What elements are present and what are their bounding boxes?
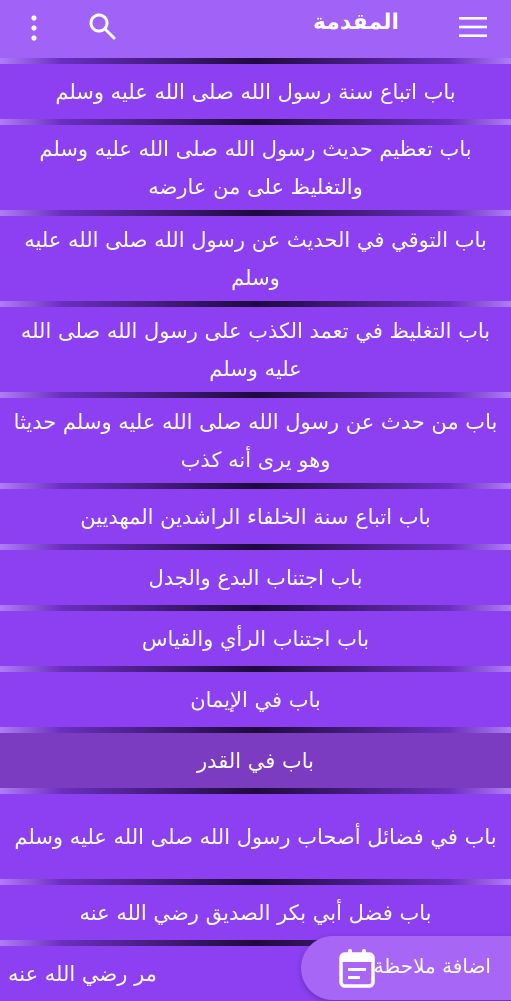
list-item-label: باب اتباع سنة رسول الله صلى الله عليه وس… xyxy=(55,79,456,104)
list-item-label: باب اتباع سنة الخلفاء الراشدين المهديين xyxy=(80,504,431,529)
list-item-label: باب التوقي في الحديث عن رسول الله صلى ال… xyxy=(24,227,487,290)
list-item-label: باب من حدث عن رسول الله صلى الله عليه وس… xyxy=(13,409,498,472)
list-item[interactable]: باب من حدث عن رسول الله صلى الله عليه وس… xyxy=(0,398,511,483)
list-item-label: باب اجتناب البدع والجدل xyxy=(148,565,363,590)
list-item[interactable]: باب اجتناب الرأي والقياس xyxy=(0,611,511,666)
list-item-label: باب في فضائل أصحاب رسول الله صلى الله عل… xyxy=(14,824,497,849)
note-calendar-icon xyxy=(339,949,375,988)
list-item-label: مر رضي الله عنه xyxy=(8,961,157,986)
list-item[interactable]: باب في الإيمان xyxy=(0,672,511,727)
list-item-label: باب في الإيمان xyxy=(190,687,321,712)
list-item-selected[interactable]: باب في القدر xyxy=(0,733,511,788)
add-note-label: اضافة ملاحظة xyxy=(373,954,491,978)
list-item[interactable]: باب التوقي في الحديث عن رسول الله صلى ال… xyxy=(0,216,511,301)
list-item-label: باب التغليظ في تعمد الكذب على رسول الله … xyxy=(20,318,491,381)
list-item[interactable]: باب اتباع سنة رسول الله صلى الله عليه وس… xyxy=(0,64,511,119)
list-item-label: باب اجتناب الرأي والقياس xyxy=(141,626,370,651)
list-item-label: باب في القدر xyxy=(197,748,314,773)
more-vert-icon[interactable] xyxy=(26,14,42,42)
list-item[interactable]: باب اجتناب البدع والجدل xyxy=(0,550,511,605)
list-item[interactable]: باب في فضائل أصحاب رسول الله صلى الله عل… xyxy=(0,794,511,879)
search-icon[interactable] xyxy=(88,12,116,40)
list-item-label: باب تعظيم حديث رسول الله صلى الله عليه و… xyxy=(39,136,472,199)
page-title: المقدمة xyxy=(312,10,399,35)
list-item[interactable]: باب التغليظ في تعمد الكذب على رسول الله … xyxy=(0,307,511,392)
list-item[interactable]: باب فضل أبي بكر الصديق رضي الله عنه xyxy=(0,885,511,940)
list-item[interactable]: باب اتباع سنة الخلفاء الراشدين المهديين xyxy=(0,489,511,544)
add-note-button[interactable]: اضافة ملاحظة xyxy=(301,936,511,1000)
menu-icon[interactable] xyxy=(459,16,487,38)
chapter-list: باب اتباع سنة رسول الله صلى الله عليه وس… xyxy=(0,58,511,1001)
list-item-label: باب فضل أبي بكر الصديق رضي الله عنه xyxy=(79,900,432,925)
app-bar: المقدمة xyxy=(0,0,511,58)
list-item[interactable]: باب تعظيم حديث رسول الله صلى الله عليه و… xyxy=(0,125,511,210)
